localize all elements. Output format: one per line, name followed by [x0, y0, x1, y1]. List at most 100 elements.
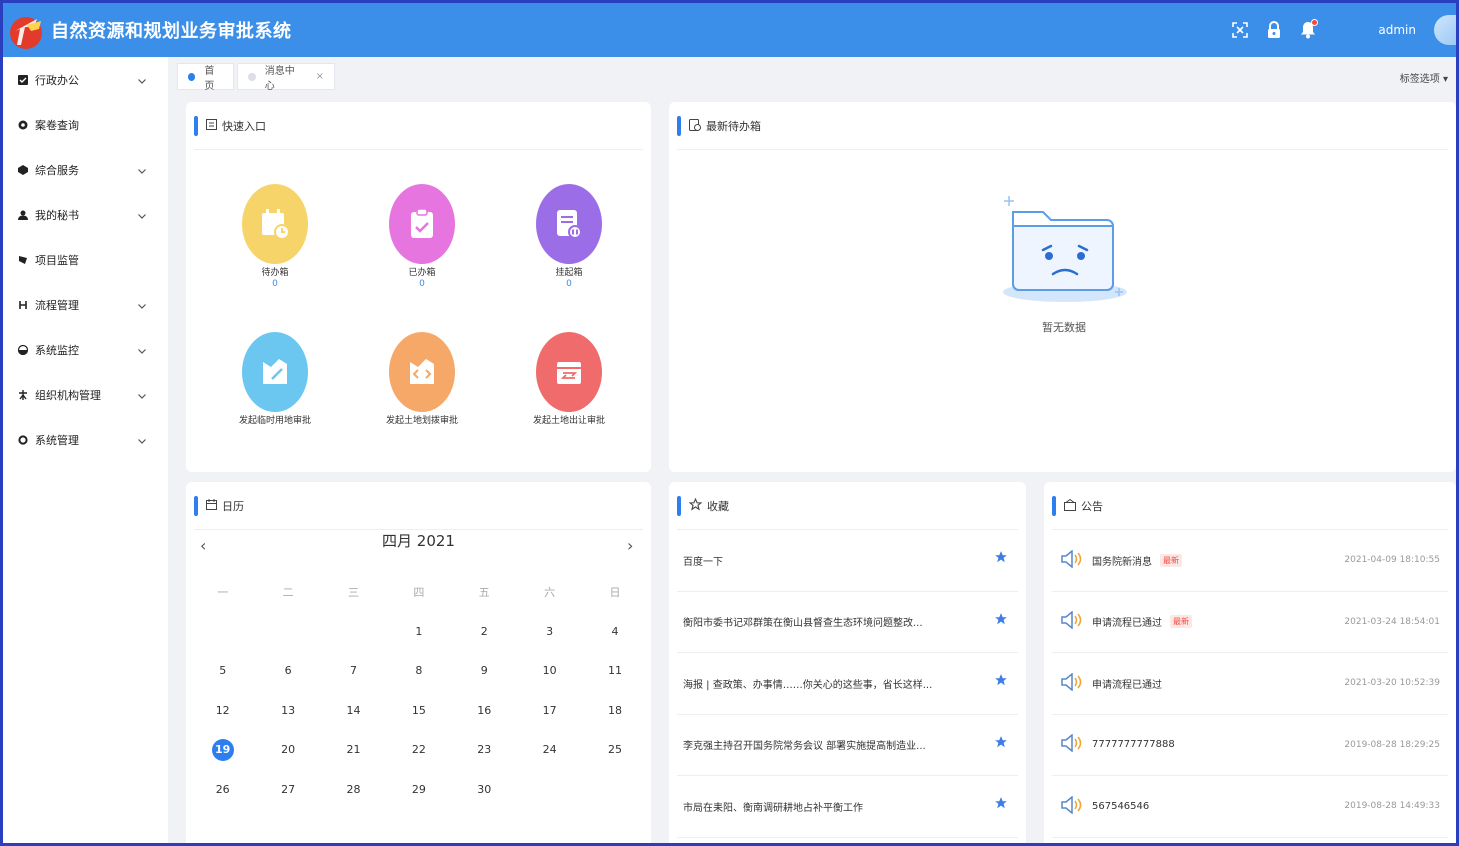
- calendar-day[interactable]: 5: [190, 664, 255, 677]
- sidebar: 行政办公 案卷查询 综合服务 我的秘书 项目监管 流程管理 系统监控 组织机构管…: [3, 57, 168, 843]
- calendar-day[interactable]: 12: [190, 704, 255, 717]
- fullscreen-icon[interactable]: [1228, 18, 1252, 42]
- star-icon[interactable]: [994, 796, 1008, 813]
- notice-item[interactable]: 申请流程已通过 最新 2021-03-24 18:54:01: [1052, 592, 1448, 653]
- calendar-day[interactable]: 20: [255, 743, 320, 756]
- calendar-day[interactable]: 1: [386, 625, 451, 638]
- quick-item-land-allocation[interactable]: 发起土地划拨审批: [362, 332, 482, 426]
- star-icon[interactable]: [994, 735, 1008, 752]
- calendar-day[interactable]: 23: [452, 743, 517, 756]
- star-icon[interactable]: [994, 550, 1008, 567]
- calendar-day[interactable]: 30: [452, 783, 517, 796]
- calendar-day[interactable]: 13: [255, 704, 320, 717]
- title-accent-bar: [677, 116, 681, 136]
- sidebar-item-organization[interactable]: 组织机构管理: [3, 372, 168, 417]
- calendar-day[interactable]: 2: [452, 625, 517, 638]
- calendar-grid: 一 二 三 四 五 六 日 1 2 3 4 5 6 7 8 9 10 11 12…: [190, 572, 648, 809]
- calendar-day[interactable]: 15: [386, 704, 451, 717]
- calendar-week-row: 1 2 3 4: [190, 612, 648, 652]
- new-badge: 最新: [1170, 615, 1192, 629]
- chevron-down-icon: [138, 299, 146, 312]
- tab-home[interactable]: 首页: [177, 63, 234, 92]
- notice-text: 567546546: [1092, 800, 1150, 812]
- favorite-item[interactable]: 海报 | 查政策、办事情……你关心的这些事，省长这样...: [677, 653, 1018, 715]
- gear-icon: [17, 434, 29, 446]
- star-icon[interactable]: [994, 673, 1008, 690]
- title-accent-bar: [1052, 496, 1056, 516]
- favorite-item[interactable]: 李克强主持召开国务院常务会议 部署实施提高制造业...: [677, 715, 1018, 776]
- calendar-day[interactable]: 18: [582, 704, 647, 717]
- lock-icon[interactable]: [1262, 18, 1286, 42]
- sidebar-item-secretary[interactable]: 我的秘书: [3, 192, 168, 237]
- calendar-day[interactable]: 28: [321, 783, 386, 796]
- calendar-day[interactable]: 4: [582, 625, 647, 638]
- card-title: 日历: [222, 500, 244, 513]
- calendar-day[interactable]: 11: [582, 664, 647, 677]
- calendar-week-row: 5 6 7 8 9 10 11: [190, 651, 648, 691]
- notice-time: 2021-03-24 18:54:01: [1344, 616, 1440, 627]
- avatar[interactable]: [1434, 15, 1456, 45]
- calendar-day[interactable]: 16: [452, 704, 517, 717]
- sidebar-item-service[interactable]: 综合服务: [3, 147, 168, 192]
- sidebar-item-system-monitor[interactable]: 系统监控: [3, 327, 168, 372]
- tab-label: 首页: [204, 65, 215, 92]
- quick-item-temporary-land[interactable]: 发起临时用地审批: [215, 332, 335, 426]
- quick-item-todo[interactable]: 待办箱 0: [215, 184, 335, 289]
- calendar-day[interactable]: 22: [386, 743, 451, 756]
- notice-item[interactable]: 国务院新消息 最新 2021-04-09 18:10:55: [1052, 530, 1448, 592]
- calendar-next-button[interactable]: ›: [627, 536, 633, 555]
- favorite-item-text: 百度一下: [683, 556, 723, 568]
- calendar-day[interactable]: 14: [321, 704, 386, 717]
- sidebar-item-system-settings[interactable]: 系统管理: [3, 417, 168, 462]
- weekday-label: 四: [413, 585, 425, 599]
- calendar-day[interactable]: 6: [255, 664, 320, 677]
- tab-message-center[interactable]: 消息中心 ×: [237, 63, 335, 92]
- notice-item[interactable]: 7777777777888 2019-08-28 18:29:25: [1052, 715, 1448, 776]
- calendar-day[interactable]: 25: [582, 743, 647, 756]
- calendar-day[interactable]: 9: [452, 664, 517, 677]
- calendar-day[interactable]: 24: [517, 743, 582, 756]
- calendar-day[interactable]: 3: [517, 625, 582, 638]
- quick-item-suspended[interactable]: 挂起箱 0: [509, 184, 629, 289]
- chevron-down-icon: [138, 164, 146, 177]
- quick-item-done[interactable]: 已办箱 0: [362, 184, 482, 289]
- calendar-day[interactable]: 26: [190, 783, 255, 796]
- notice-item[interactable]: 申请流程已通过 2021-03-20 10:52:39: [1052, 653, 1448, 715]
- calendar-icon: [206, 499, 217, 513]
- favorite-item-text: 衡阳市委书记邓群策在衡山县督查生态环境问题整改...: [683, 618, 923, 630]
- latest-todo-card: 最新待办箱 暂无数据: [669, 102, 1456, 472]
- sidebar-item-flow[interactable]: 流程管理: [3, 282, 168, 327]
- notice-text: 国务院新消息: [1092, 556, 1152, 568]
- quick-item-land-transfer[interactable]: 发起土地出让审批: [509, 332, 629, 426]
- calendar-day[interactable]: 7: [321, 664, 386, 677]
- sidebar-item-project[interactable]: 项目监管: [3, 237, 168, 282]
- calendar-day[interactable]: 27: [255, 783, 320, 796]
- bell-icon[interactable]: [1296, 18, 1320, 42]
- sidebar-item-label: 组织机构管理: [35, 388, 101, 402]
- sidebar-item-case-search[interactable]: 案卷查询: [3, 102, 168, 147]
- favorite-item[interactable]: 衡阳市委书记邓群策在衡山县督查生态环境问题整改...: [677, 592, 1018, 653]
- user-name[interactable]: admin: [1378, 23, 1416, 37]
- calendar-day-today[interactable]: 19: [190, 738, 255, 761]
- calendar-day[interactable]: 21: [321, 743, 386, 756]
- star-icon[interactable]: [994, 612, 1008, 629]
- close-icon[interactable]: ×: [316, 71, 324, 82]
- sidebar-item-office[interactable]: 行政办公: [3, 57, 168, 102]
- done-box-icon: [389, 184, 455, 264]
- weekday-label: 二: [282, 585, 294, 599]
- calendar-day[interactable]: 29: [386, 783, 451, 796]
- calendar-day[interactable]: 8: [386, 664, 451, 677]
- gauge-icon: [17, 344, 29, 356]
- tabs-options-dropdown[interactable]: 标签选项 ▾: [1400, 70, 1448, 85]
- notice-item[interactable]: 567546546 2019-08-28 14:49:33: [1052, 776, 1448, 838]
- quick-item-count: 0: [566, 279, 572, 289]
- calendar-day[interactable]: 17: [517, 704, 582, 717]
- favorite-item[interactable]: 百度一下: [677, 530, 1018, 592]
- notice-time: 2021-04-09 18:10:55: [1344, 555, 1440, 566]
- quick-entry-icon: [206, 119, 217, 133]
- card-title: 快速入口: [222, 120, 266, 133]
- weekday-label: 日: [609, 585, 621, 599]
- calendar-day[interactable]: 10: [517, 664, 582, 677]
- notice-text: 申请流程已通过: [1092, 618, 1162, 630]
- favorite-item[interactable]: 市局在耒阳、衡南调研耕地占补平衡工作: [677, 776, 1018, 838]
